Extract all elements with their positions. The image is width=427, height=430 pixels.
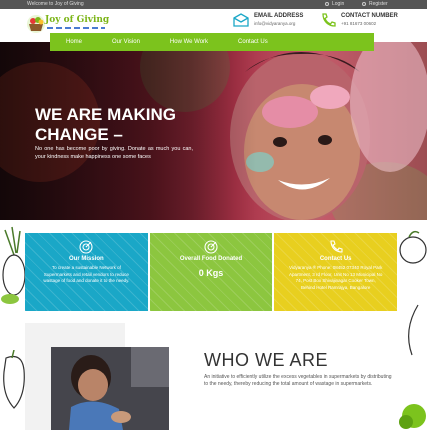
hero-banner: WE ARE MAKING CHANGE – No one has become… [0, 42, 427, 220]
logo-underline [47, 27, 105, 29]
email-value[interactable]: info@vidyaranya.org [254, 21, 303, 26]
user-icon [325, 2, 329, 6]
mission-card: Our Mission To create a sustainable Netw… [25, 233, 148, 311]
about-child-image [51, 347, 169, 430]
pepper-doodle-left [3, 350, 25, 409]
info-cards: Our Mission To create a sustainable Netw… [25, 233, 398, 311]
who-we-are-text: An initiative to efficiently utilize the… [204, 374, 392, 387]
welcome-text: Welcome to Joy of Giving [27, 1, 84, 7]
who-we-are-title: WHO WE ARE [204, 350, 329, 370]
email-label: EMAIL ADDRESS [254, 13, 304, 19]
nav-how-we-work[interactable]: How We Work [155, 33, 223, 51]
food-donated-card: Overall Food Donated 0 Kgs [149, 233, 273, 311]
register-label: Register [369, 1, 388, 7]
card-texture [25, 233, 148, 311]
hero-text: No one has become poor by giving. Donate… [35, 146, 193, 160]
phone-icon [322, 13, 336, 27]
phone-block: CONTACT NUMBER +91 81673 00602 [320, 13, 398, 27]
card-texture [149, 233, 273, 311]
hero-title: WE ARE MAKING CHANGE – [35, 105, 177, 144]
main-nav: Home Our Vision How We Work Contact Us [50, 33, 374, 51]
vegetable-doodle-right-bottom [399, 304, 426, 429]
nav-our-vision[interactable]: Our Vision [97, 33, 155, 51]
email-block: EMAIL ADDRESS info@vidyaranya.org [233, 13, 303, 27]
phone-value[interactable]: +91 81673 00602 [341, 21, 398, 26]
logo[interactable]: Joy of Giving [25, 11, 110, 35]
nav-contact-us[interactable]: Contact Us [223, 33, 283, 51]
logo-text: Joy of Giving [45, 15, 110, 25]
contact-card: Contact Us Vidyaranya ® Phone: 08452 073… [274, 233, 398, 311]
login-link[interactable]: Login [325, 1, 344, 7]
top-bar: Welcome to Joy of Giving Login Register [0, 0, 427, 9]
phone-label: CONTACT NUMBER [341, 13, 398, 19]
register-link[interactable]: Register [362, 1, 388, 7]
envelope-icon [233, 13, 249, 27]
user-plus-icon [362, 2, 366, 6]
logo-basket-icon [27, 15, 45, 33]
page: Welcome to Joy of Giving Login Register … [0, 0, 427, 430]
nav-home[interactable]: Home [50, 33, 97, 51]
about-child-photo [51, 347, 169, 430]
login-label: Login [332, 1, 345, 7]
vegetable-doodle-right [399, 230, 427, 264]
card-texture [274, 233, 398, 311]
